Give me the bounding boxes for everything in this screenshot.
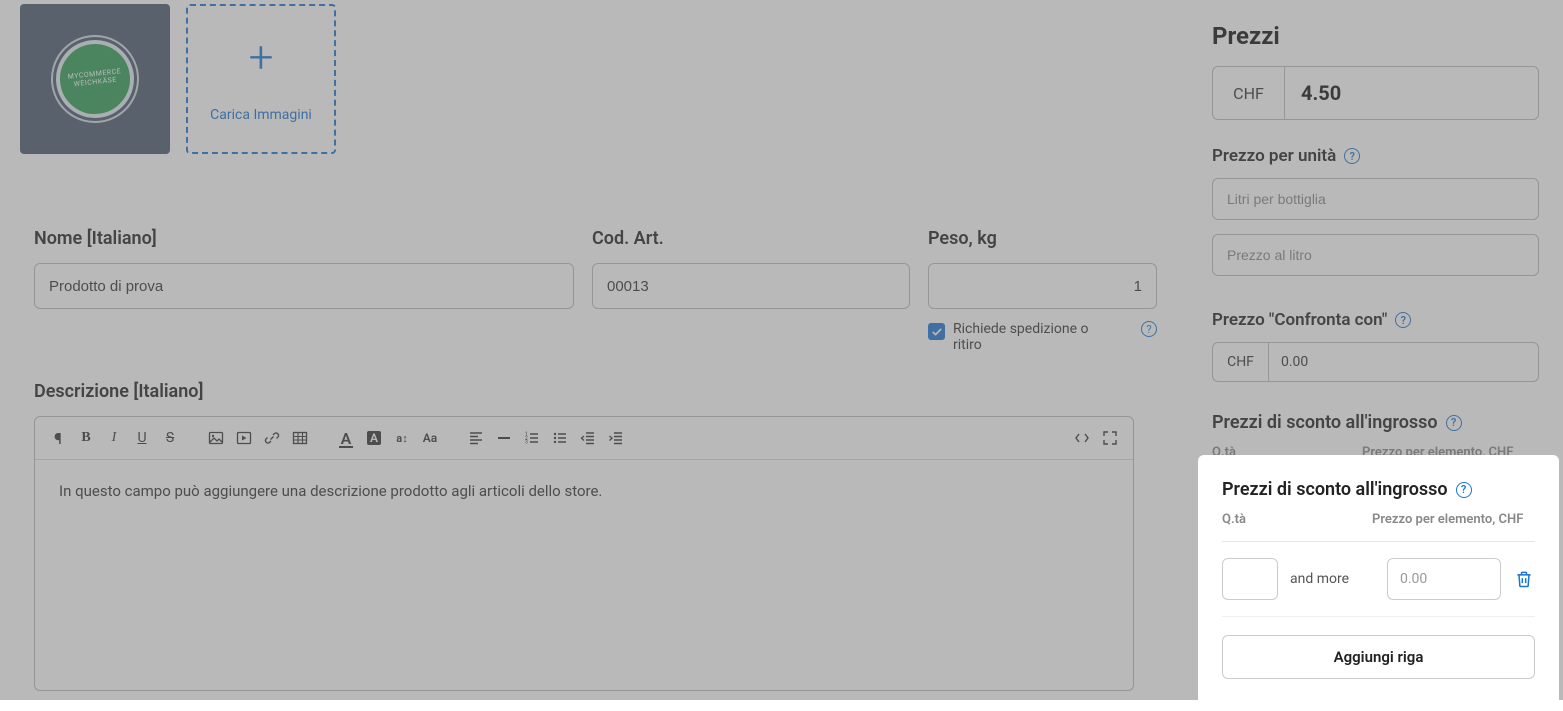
- wholesale-qty-input[interactable]: [1222, 558, 1278, 600]
- weight-input[interactable]: [928, 263, 1157, 309]
- strikethrough-icon[interactable]: S: [157, 425, 183, 451]
- editor-toolbar: ¶ B I U S: [35, 417, 1133, 460]
- price-value: 4.50: [1285, 67, 1538, 119]
- per-unit-price-input[interactable]: [1212, 234, 1539, 276]
- help-icon[interactable]: ?: [1456, 482, 1472, 498]
- code-view-icon[interactable]: [1069, 425, 1095, 451]
- font-family-icon[interactable]: Aa: [417, 425, 443, 451]
- plus-icon: +: [249, 35, 274, 79]
- video-icon[interactable]: [231, 425, 257, 451]
- help-icon[interactable]: ?: [1344, 148, 1360, 164]
- images-panel: MYCOMMERCEWEICHKÄSE + Carica Immagini: [0, 0, 1168, 174]
- italic-icon[interactable]: I: [101, 425, 127, 451]
- upload-label: Carica Immagini: [210, 107, 312, 123]
- help-icon[interactable]: ?: [1395, 312, 1411, 328]
- prices-panel: Prezzi CHF 4.50 Prezzo per unità ? Prezz…: [1188, 0, 1563, 388]
- requires-shipping-checkbox[interactable]: [928, 323, 945, 340]
- description-editor: ¶ B I U S: [34, 416, 1134, 691]
- requires-shipping-row: Richiede spedizione o ritiro ?: [928, 321, 1157, 353]
- trash-icon[interactable]: [1513, 568, 1535, 590]
- help-icon[interactable]: ?: [1141, 321, 1157, 337]
- wholesale-heading: Prezzi di sconto all'ingrosso ?: [1212, 412, 1539, 433]
- font-size-icon[interactable]: a↕: [389, 425, 415, 451]
- name-label: Nome [Italiano]: [34, 228, 574, 249]
- horizontal-rule-icon[interactable]: [491, 425, 517, 451]
- align-icon[interactable]: [463, 425, 489, 451]
- indent-icon[interactable]: [603, 425, 629, 451]
- bold-icon[interactable]: B: [73, 425, 99, 451]
- weight-label: Peso, kg: [928, 228, 1157, 249]
- description-text: In questo campo può aggiungere una descr…: [59, 482, 602, 500]
- price-input[interactable]: CHF 4.50: [1212, 66, 1539, 120]
- upload-image-button[interactable]: + Carica Immagini: [186, 4, 336, 154]
- outdent-icon[interactable]: [575, 425, 601, 451]
- currency-label: CHF: [1213, 343, 1269, 381]
- fields-panel: Nome [Italiano] Cod. Art. Peso, kg: [0, 198, 1168, 711]
- currency-label: CHF: [1213, 67, 1285, 119]
- svg-text:3: 3: [525, 440, 528, 446]
- paragraph-icon[interactable]: ¶: [45, 425, 71, 451]
- wholesale-panel-highlight: Prezzi di sconto all'ingrosso ? Q.tà Pre…: [1198, 455, 1559, 703]
- link-icon[interactable]: [259, 425, 285, 451]
- ordered-list-icon[interactable]: 123: [519, 425, 545, 451]
- requires-shipping-label: Richiede spedizione o ritiro: [953, 321, 1093, 353]
- description-textarea[interactable]: In questo campo può aggiungere una descr…: [35, 460, 1133, 690]
- compare-price-heading: Prezzo "Confronta con" ?: [1212, 310, 1539, 330]
- unordered-list-icon[interactable]: [547, 425, 573, 451]
- description-label: Descrizione [Italiano]: [34, 381, 203, 402]
- per-unit-heading: Prezzo per unità ?: [1212, 146, 1539, 166]
- fullscreen-icon[interactable]: [1097, 425, 1123, 451]
- text-color-icon[interactable]: A: [333, 425, 359, 451]
- sku-input[interactable]: [592, 263, 910, 309]
- add-row-button[interactable]: Aggiungi riga: [1222, 635, 1535, 679]
- name-input[interactable]: [34, 263, 574, 309]
- help-icon[interactable]: ?: [1446, 415, 1462, 431]
- table-icon[interactable]: [287, 425, 313, 451]
- product-image-thumbnail[interactable]: MYCOMMERCEWEICHKÄSE: [20, 4, 170, 154]
- prices-heading: Prezzi: [1212, 22, 1539, 50]
- compare-price-value: 0.00: [1269, 343, 1538, 381]
- background-color-icon[interactable]: A: [361, 425, 387, 451]
- compare-price-input[interactable]: CHF 0.00: [1212, 342, 1539, 382]
- image-icon[interactable]: [203, 425, 229, 451]
- wholesale-price-input[interactable]: 0.00: [1387, 558, 1501, 600]
- per-unit-quantity-input[interactable]: [1212, 178, 1539, 220]
- sku-label: Cod. Art.: [592, 228, 910, 249]
- underline-icon[interactable]: U: [129, 425, 155, 451]
